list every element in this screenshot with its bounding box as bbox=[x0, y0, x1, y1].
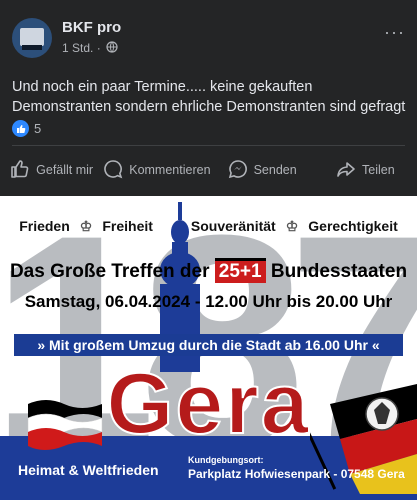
action-divider bbox=[12, 145, 405, 146]
avatar-truck-image bbox=[20, 28, 44, 46]
share-icon bbox=[336, 159, 356, 182]
post-text: Und noch ein paar Termine..... keine gek… bbox=[12, 79, 406, 115]
comment-label: Kommentieren bbox=[129, 163, 211, 177]
like-icon bbox=[10, 159, 30, 182]
headline-badge: 25+1 bbox=[214, 258, 266, 283]
slogan-bar: Frieden ♔ Freiheit Souveränität ♔ Gerech… bbox=[0, 218, 417, 235]
poster-dateline: Samstag, 06.04.2024 - 12.00 Uhr bis 20.0… bbox=[24, 292, 393, 311]
slogan-sovereignty: Souveränität bbox=[190, 218, 276, 234]
like-label: Gefällt mir bbox=[36, 163, 94, 177]
more-options-button[interactable]: ··· bbox=[384, 22, 405, 43]
slogan-peace: Frieden bbox=[19, 218, 70, 234]
venue-address: Parkplatz Hofwiesenpark - 07548 Gera bbox=[188, 467, 405, 481]
headline-post: Bundesstaaten bbox=[270, 261, 408, 282]
post-meta: 1 Std. · bbox=[62, 41, 118, 56]
meta-separator: · bbox=[96, 41, 101, 55]
avatar[interactable] bbox=[12, 18, 52, 58]
post-author[interactable]: BKF pro bbox=[62, 19, 121, 36]
comment-icon bbox=[103, 159, 123, 182]
crest-icon: ♔ bbox=[79, 218, 93, 234]
like-reaction-icon bbox=[12, 120, 29, 137]
comment-button[interactable]: Kommentieren bbox=[103, 152, 211, 188]
slogan-justice: Gerechtigkeit bbox=[308, 218, 398, 234]
poster-venue: Kundgebungsort: Parkplatz Hofwiesenpark … bbox=[188, 455, 405, 481]
send-icon bbox=[228, 159, 248, 182]
poster-headline: Das Große Treffen der 25+1 Bundesstaaten bbox=[0, 258, 417, 283]
globe-icon bbox=[106, 41, 118, 56]
share-label: Teilen bbox=[362, 163, 395, 177]
share-button[interactable]: Teilen bbox=[314, 152, 417, 188]
send-label: Senden bbox=[253, 163, 297, 177]
post-actions: Gefällt mir Kommentieren Senden Teilen bbox=[0, 152, 417, 188]
slogan-freedom: Freiheit bbox=[102, 218, 153, 234]
poster-procession: » Mit großem Umzug durch die Stadt ab 16… bbox=[14, 334, 403, 356]
send-button[interactable]: Senden bbox=[211, 152, 314, 188]
reaction-count: 5 bbox=[34, 121, 42, 136]
facebook-post: BKF pro 1 Std. · ··· Und noch ein paar T… bbox=[0, 0, 417, 196]
like-button[interactable]: Gefällt mir bbox=[0, 152, 103, 188]
crest-icon: ♔ bbox=[285, 218, 299, 234]
venue-label: Kundgebungsort: bbox=[188, 455, 264, 465]
reaction-summary[interactable]: 5 bbox=[12, 120, 41, 137]
event-poster-image[interactable]: 1871 Frieden ♔ Freiheit Souveränität ♔ G… bbox=[0, 196, 417, 500]
headline-pre: Das Große Treffen der bbox=[9, 261, 210, 282]
flag-left-icon bbox=[27, 400, 103, 450]
poster-footer-slogan: Heimat & Weltfrieden bbox=[18, 462, 159, 478]
post-time[interactable]: 1 Std. bbox=[62, 41, 93, 55]
